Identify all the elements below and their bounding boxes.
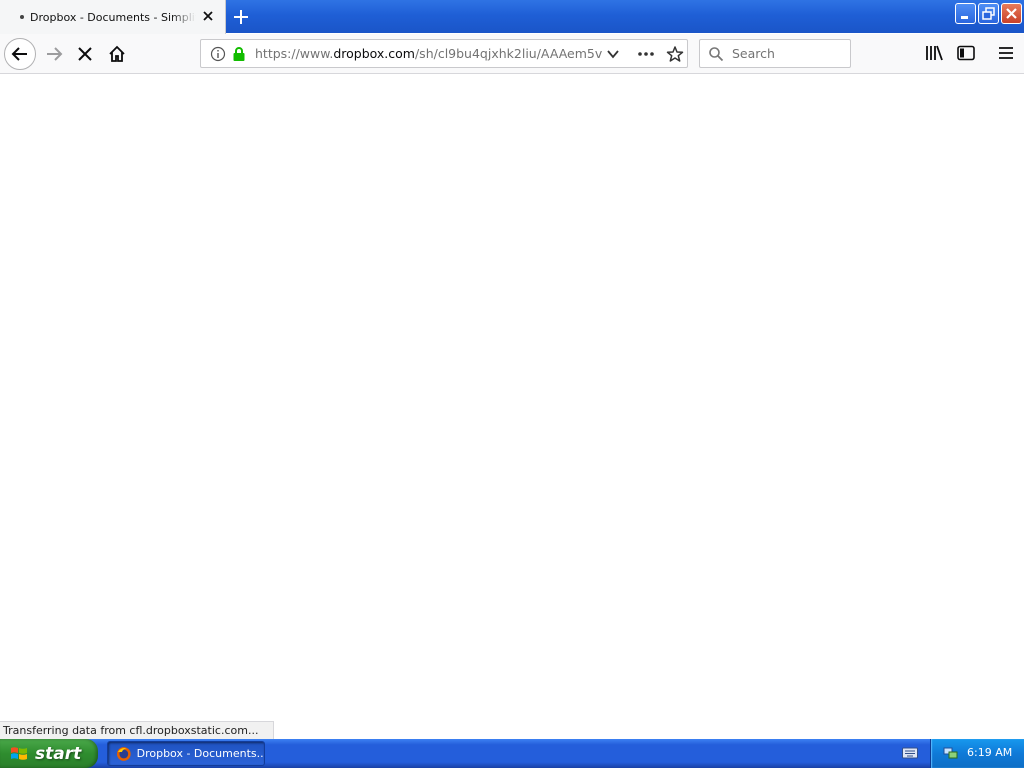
start-button[interactable]: start bbox=[0, 739, 98, 768]
new-tab-icon[interactable] bbox=[230, 6, 252, 28]
forward-arrow-icon bbox=[47, 47, 63, 61]
browser-titlebar: Dropbox - Documents - Simplify your life bbox=[0, 0, 1024, 34]
search-icon bbox=[709, 46, 724, 61]
status-bar: Transferring data from cfl.dropboxstatic… bbox=[0, 721, 274, 739]
chevron-down-icon[interactable] bbox=[605, 46, 621, 62]
clock[interactable]: 6:19 AM bbox=[967, 746, 1012, 759]
url-domain: dropbox.com bbox=[333, 46, 415, 61]
search-box[interactable] bbox=[699, 39, 851, 68]
start-label: start bbox=[35, 743, 82, 764]
minimize-button[interactable] bbox=[955, 3, 976, 24]
taskbar-window-label: Dropbox - Documents... bbox=[136, 747, 264, 760]
tab-title: Dropbox - Documents - Simplify your life bbox=[30, 10, 196, 24]
search-input[interactable] bbox=[732, 46, 842, 61]
restore-icon bbox=[982, 7, 995, 20]
bookmark-star-icon[interactable] bbox=[666, 45, 684, 63]
url-path: /sh/cl9bu4qjxhk2liu/AAAem5vMwy bbox=[414, 46, 603, 61]
minimize-icon bbox=[961, 16, 968, 19]
system-tray: 6:19 AM bbox=[930, 739, 1024, 768]
back-arrow-icon bbox=[11, 47, 27, 61]
browser-tab[interactable]: Dropbox - Documents - Simplify your life bbox=[0, 0, 226, 34]
restore-button[interactable] bbox=[978, 3, 999, 24]
secure-lock-icon[interactable] bbox=[232, 46, 246, 62]
forward-button[interactable] bbox=[38, 38, 70, 70]
network-icon[interactable] bbox=[943, 745, 959, 761]
home-icon bbox=[109, 45, 125, 62]
hamburger-menu-icon[interactable] bbox=[996, 43, 1016, 63]
address-bar[interactable]: https://www.dropbox.com/sh/cl9bu4qjxhk2l… bbox=[200, 39, 688, 68]
taskbar: start Dropbox - Documents... 6:19 AM bbox=[0, 739, 1024, 768]
url-text[interactable]: https://www.dropbox.com/sh/cl9bu4qjxhk2l… bbox=[255, 46, 603, 61]
tab-close-icon[interactable] bbox=[201, 9, 215, 23]
page-content[interactable] bbox=[0, 75, 1024, 737]
info-icon[interactable] bbox=[210, 46, 226, 62]
library-icon[interactable] bbox=[924, 43, 944, 63]
loading-dot-icon bbox=[20, 15, 24, 19]
home-button[interactable] bbox=[101, 38, 133, 70]
url-scheme: https://www. bbox=[255, 46, 334, 61]
close-window-icon bbox=[1006, 8, 1017, 19]
windows-logo-icon bbox=[11, 746, 27, 760]
taskbar-window-button[interactable]: Dropbox - Documents... bbox=[107, 741, 265, 766]
back-button[interactable] bbox=[4, 38, 36, 70]
stop-loading-button[interactable] bbox=[69, 38, 101, 70]
close-window-button[interactable] bbox=[1001, 3, 1022, 24]
navigation-toolbar: https://www.dropbox.com/sh/cl9bu4qjxhk2l… bbox=[0, 34, 1024, 74]
firefox-icon bbox=[116, 746, 131, 761]
stop-icon bbox=[78, 47, 92, 61]
page-actions-icon[interactable] bbox=[637, 46, 655, 62]
sidebar-toggle-icon[interactable] bbox=[956, 43, 976, 63]
keyboard-icon[interactable] bbox=[902, 746, 918, 760]
